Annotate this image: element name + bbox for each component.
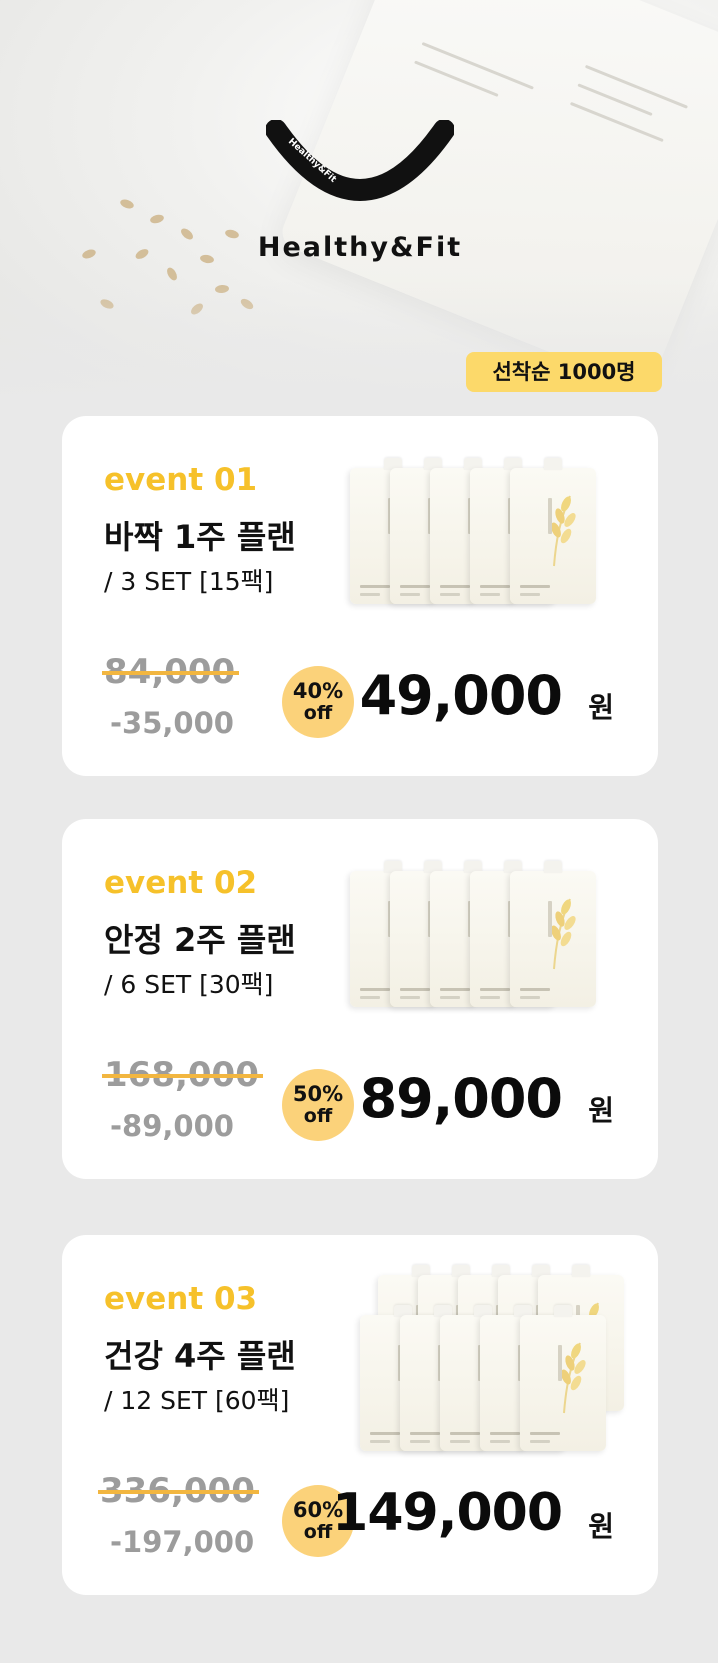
- first-come-badge: 선착순 1000명: [466, 352, 662, 392]
- off-label: off: [303, 702, 333, 724]
- product-packs-image: [350, 458, 620, 610]
- product-pack: [510, 458, 596, 604]
- event-card-3[interactable]: event 03 건강 4주 플랜 / 12 SET [60팩] 336,000…: [62, 1235, 658, 1595]
- smile-logo-icon: Healthy&Fit: [266, 120, 454, 201]
- discount-amount: -89,000: [110, 1109, 234, 1143]
- discount-percent-badge: 50% off: [282, 1069, 354, 1141]
- original-price: 336,000: [98, 1471, 259, 1511]
- plan-title: 안정 2주 플랜: [104, 921, 296, 959]
- discount-amount: -35,000: [110, 706, 234, 740]
- plan-title: 바짝 1주 플랜: [104, 518, 296, 556]
- sale-price: 49,000: [359, 664, 563, 727]
- event-card-2[interactable]: event 02 안정 2주 플랜 / 6 SET [30팩] 168,000 …: [62, 819, 658, 1179]
- event-label: event 02: [104, 865, 258, 901]
- hero-banner: Healthy&Fit Healthy&Fit: [0, 0, 718, 400]
- strikethrough-line: [102, 671, 240, 675]
- currency-label: 원: [588, 691, 614, 724]
- original-price: 84,000: [102, 652, 240, 692]
- discount-percent-badge: 40% off: [282, 666, 354, 738]
- event-label: event 01: [104, 462, 258, 498]
- original-price: 168,000: [102, 1055, 263, 1095]
- plan-title: 건강 4주 플랜: [104, 1337, 296, 1375]
- brand-logo: Healthy&Fit Healthy&Fit: [250, 120, 470, 280]
- strikethrough-line: [98, 1490, 259, 1494]
- product-packs-image: [342, 1265, 632, 1471]
- sale-price: 89,000: [359, 1067, 563, 1130]
- discount-percent: 40%: [292, 679, 344, 703]
- off-label: off: [303, 1521, 333, 1543]
- sale-price: 149,000: [332, 1483, 563, 1543]
- event-card-1[interactable]: event 01 바짝 1주 플랜 / 3 SET [15팩] 84,000 -…: [62, 416, 658, 776]
- discount-amount: -197,000: [110, 1525, 255, 1559]
- discount-percent: 50%: [292, 1082, 344, 1106]
- plan-set-count: / 3 SET [15팩]: [104, 567, 274, 596]
- off-label: off: [303, 1105, 333, 1127]
- product-packs-image: [350, 861, 620, 1013]
- plan-set-count: / 12 SET [60팩]: [104, 1386, 290, 1415]
- product-pack: [520, 1305, 606, 1451]
- event-label: event 03: [104, 1281, 258, 1317]
- currency-label: 원: [588, 1510, 614, 1543]
- plan-set-count: / 6 SET [30팩]: [104, 970, 274, 999]
- currency-label: 원: [588, 1094, 614, 1127]
- brand-name: Healthy&Fit: [257, 232, 463, 263]
- product-pack: [510, 861, 596, 1007]
- strikethrough-line: [102, 1074, 263, 1078]
